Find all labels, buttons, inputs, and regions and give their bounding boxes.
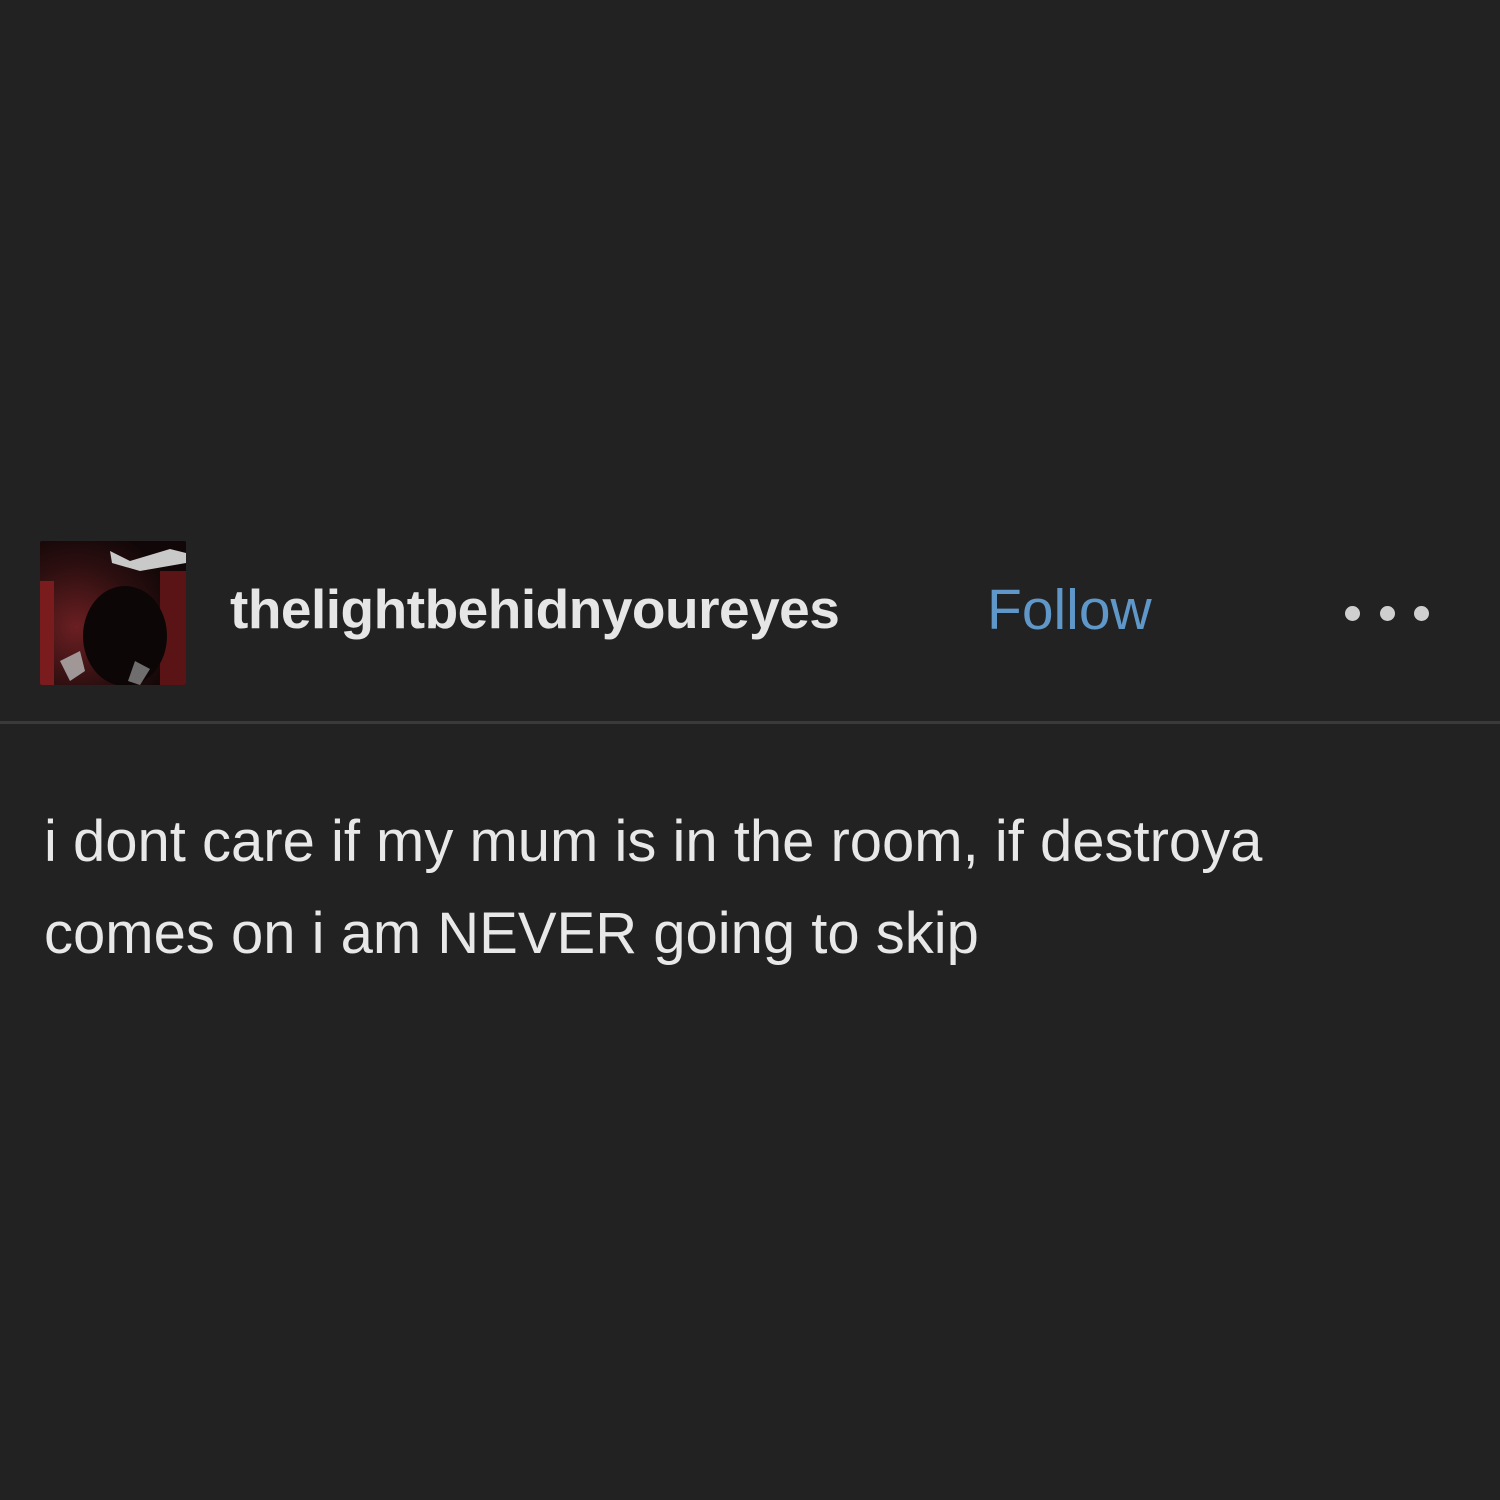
username[interactable]: thelightbehidnyoureyes (230, 582, 840, 637)
post-text-line: comes on i am NEVER going to skip (44, 901, 979, 966)
ellipsis-dot (1379, 605, 1395, 621)
avatar-image-icon (40, 541, 186, 685)
avatar[interactable] (40, 541, 186, 685)
follow-button[interactable]: Follow (987, 582, 1152, 639)
post-text-line: i dont care if my mum is in the room, if… (44, 809, 1263, 874)
post-header: thelightbehidnyoureyes Follow (0, 538, 1500, 688)
ellipsis-icon[interactable] (1345, 598, 1429, 628)
ellipsis-dot (1345, 605, 1360, 621)
tumblr-post: thelightbehidnyoureyes Follow i dont car… (0, 0, 1500, 1500)
ellipsis-dot (1414, 605, 1429, 621)
post-text: i dont care if my mum is in the room, if… (44, 796, 1464, 980)
divider (0, 721, 1500, 724)
